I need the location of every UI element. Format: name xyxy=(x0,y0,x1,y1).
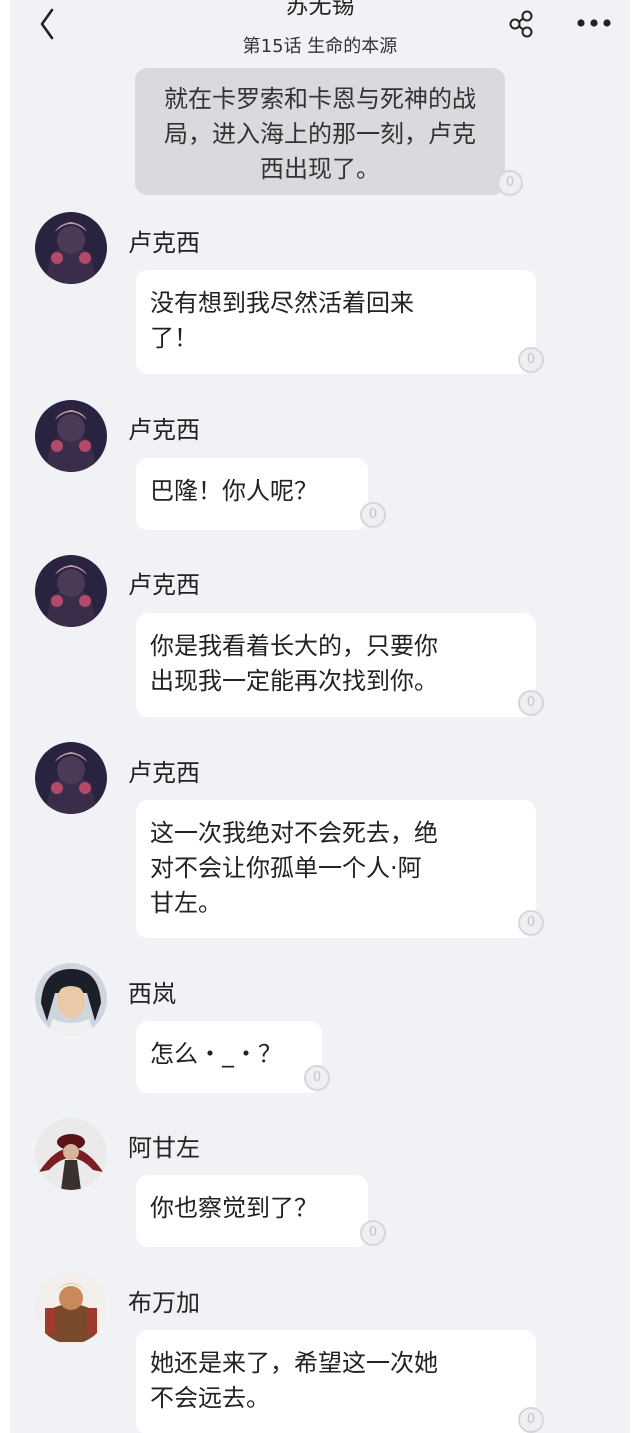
luxi-avatar[interactable] xyxy=(35,742,107,814)
read-count-badge: 0 xyxy=(497,170,523,196)
sender-name: 阿甘左 xyxy=(128,1134,200,1162)
sender-name: 卢克西 xyxy=(128,416,200,444)
read-count-badge: 0 xyxy=(360,1220,386,1246)
sender-name: 卢克西 xyxy=(128,759,200,787)
sender-name: 西岚 xyxy=(128,980,176,1008)
message-bubble[interactable]: 巴隆！你人呢？ xyxy=(136,458,368,530)
message-bubble[interactable]: 她还是来了，希望这一次她 不会远去。 xyxy=(136,1330,536,1433)
share-icon[interactable] xyxy=(506,9,536,39)
narration-bubble: 就在卡罗索和卡恩与死神的战局，进入海上的那一刻，卢克西出现了。 xyxy=(135,68,505,195)
luxi-avatar[interactable] xyxy=(35,555,107,627)
message-bubble[interactable]: 没有想到我尽然活着回来 了！ xyxy=(136,270,536,374)
message-bubble[interactable]: 你是我看着长大的，只要你 出现我一定能再次找到你。 xyxy=(136,613,536,717)
read-count-badge: 0 xyxy=(304,1065,330,1091)
read-count-badge: 0 xyxy=(518,910,544,936)
read-count-badge: 0 xyxy=(518,1407,544,1433)
chat-screen: 苏无锡 第15话 生命的本源 就在卡罗索和卡恩与死神的战局，进入海上的那一刻，卢… xyxy=(10,0,630,1433)
read-count-badge: 0 xyxy=(360,502,386,528)
buwanjia-avatar[interactable] xyxy=(35,1272,107,1344)
read-count-badge: 0 xyxy=(518,347,544,373)
message-bubble[interactable]: 你也察觉到了？ xyxy=(136,1175,368,1247)
sender-name: 卢克西 xyxy=(128,571,200,599)
more-options-icon[interactable] xyxy=(574,10,614,36)
message-bubble[interactable]: 怎么・_・？ xyxy=(136,1021,322,1093)
aganzuo-avatar[interactable] xyxy=(35,1118,107,1190)
luxi-avatar[interactable] xyxy=(35,212,107,284)
message-bubble[interactable]: 这一次我绝对不会死去，绝 对不会让你孤单一个人·阿 甘左。 xyxy=(136,800,536,938)
page-title: 苏无锡 xyxy=(285,0,355,19)
chapter-subtitle: 第15话 生命的本源 xyxy=(242,36,398,57)
luxi-avatar[interactable] xyxy=(35,400,107,472)
xilan-avatar[interactable] xyxy=(35,963,107,1035)
sender-name: 卢克西 xyxy=(128,229,200,257)
read-count-badge: 0 xyxy=(518,690,544,716)
top-bar: 苏无锡 第15话 生命的本源 xyxy=(10,0,630,62)
sender-name: 布万加 xyxy=(128,1289,200,1317)
